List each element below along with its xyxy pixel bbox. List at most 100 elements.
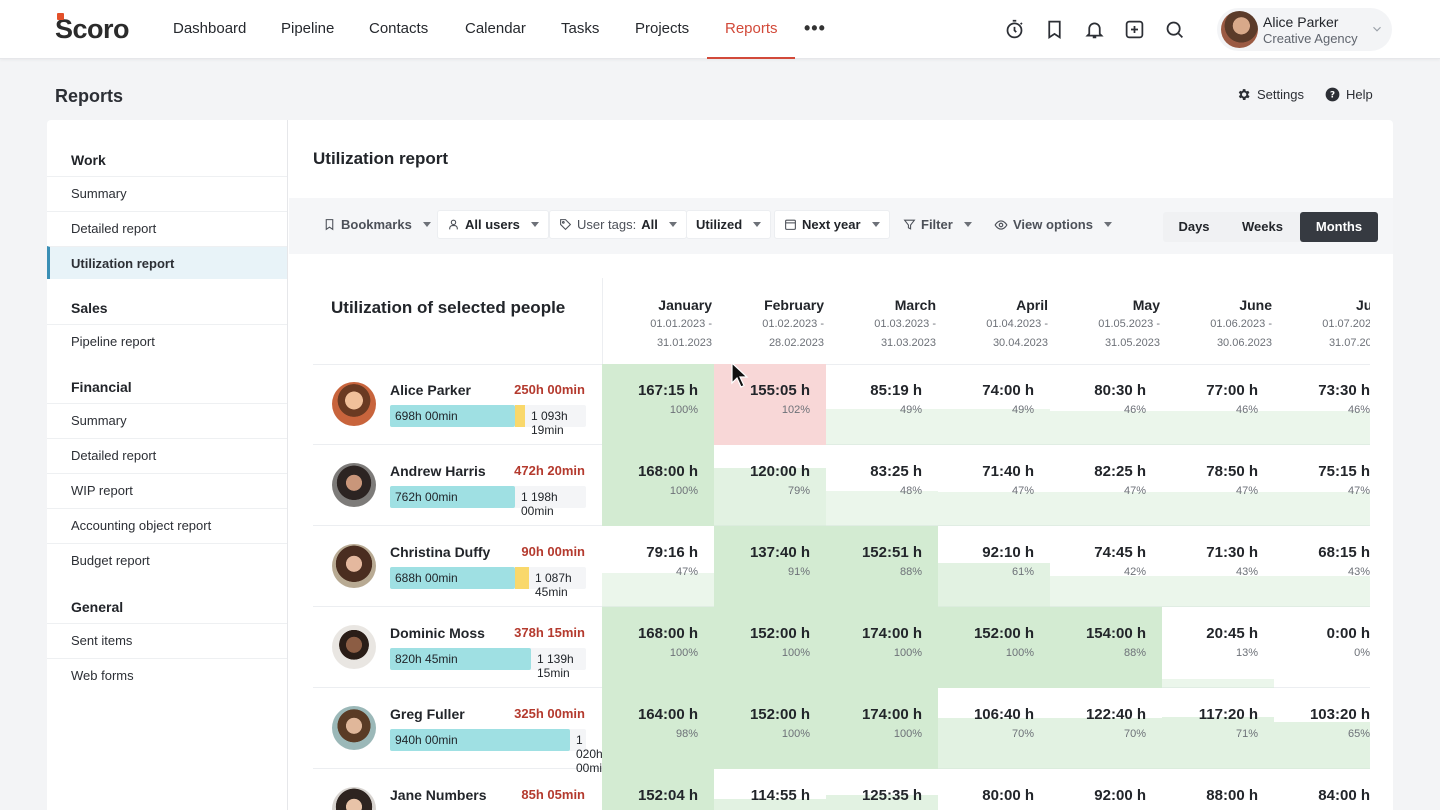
utilization-cell[interactable]: 85:19 h 49%	[826, 364, 938, 445]
utilization-cell[interactable]: 106:40 h 70%	[938, 688, 1050, 769]
table-row[interactable]: Jane Numbers 85h 05min 152:04 h 114:55 h 125…	[313, 769, 1370, 810]
sidebar-item-work-summary[interactable]: Summary	[47, 176, 287, 209]
period-dropdown[interactable]: Next year	[774, 210, 890, 239]
sidebar-item-web-forms[interactable]: Web forms	[47, 658, 287, 691]
utilization-cell[interactable]: 174:00 h 100%	[826, 607, 938, 688]
person-name[interactable]: Greg Fuller	[390, 706, 465, 722]
percent-value: 46%	[1123, 404, 1146, 416]
utilization-cell[interactable]: 120:00 h 79%	[714, 445, 826, 526]
help-link[interactable]: ? Help	[1325, 87, 1373, 102]
utilized-label: Utilized	[696, 217, 743, 232]
view-weeks-button[interactable]: Weeks	[1225, 212, 1300, 242]
scoro-logo[interactable]: Scoro	[55, 13, 130, 45]
utilization-cell[interactable]: 174:00 h 100%	[826, 688, 938, 769]
percent-value: 71%	[1235, 728, 1258, 740]
nav-tasks[interactable]: Tasks	[561, 20, 599, 37]
utilization-cell[interactable]: 125:35 h	[826, 769, 938, 810]
utilization-cell[interactable]: 152:00 h 100%	[714, 607, 826, 688]
timer-icon[interactable]	[1004, 19, 1025, 40]
person-name[interactable]: Jane Numbers	[390, 787, 486, 803]
utilization-cell[interactable]: 0:00 h 0%	[1274, 607, 1370, 688]
view-options-dropdown[interactable]: View options	[984, 210, 1122, 239]
utilization-cell[interactable]: 152:00 h 100%	[714, 688, 826, 769]
bookmarks-dropdown[interactable]: Bookmarks	[313, 210, 441, 239]
utilization-cell[interactable]: 137:40 h 91%	[714, 526, 826, 607]
person-name[interactable]: Christina Duffy	[390, 544, 490, 560]
sidebar-item-pipeline-report[interactable]: Pipeline report	[47, 324, 287, 357]
utilization-cell[interactable]: 167:15 h 100%	[602, 364, 714, 445]
users-dropdown[interactable]: All users	[437, 210, 549, 239]
user-tags-dropdown[interactable]: User tags: All	[549, 210, 687, 239]
nav-projects[interactable]: Projects	[635, 20, 689, 37]
sidebar-item-accounting-object-report[interactable]: Accounting object report	[47, 508, 287, 541]
utilization-cell[interactable]: 80:30 h 46%	[1050, 364, 1162, 445]
utilization-cell[interactable]: 74:00 h 49%	[938, 364, 1050, 445]
more-menu-icon[interactable]: •••	[804, 18, 826, 39]
person-name[interactable]: Alice Parker	[390, 382, 471, 398]
nav-contacts[interactable]: Contacts	[369, 20, 428, 37]
utilization-cell[interactable]: 122:40 h 70%	[1050, 688, 1162, 769]
filter-dropdown[interactable]: Filter	[893, 210, 982, 239]
bookmark-icon[interactable]	[1044, 19, 1065, 40]
utilization-cell[interactable]: 117:20 h 71%	[1162, 688, 1274, 769]
utilization-cell[interactable]: 73:30 h 46%	[1274, 364, 1370, 445]
nav-calendar[interactable]: Calendar	[465, 20, 526, 37]
utilization-cell[interactable]: 168:00 h 100%	[602, 607, 714, 688]
utilization-cell[interactable]: 71:40 h 47%	[938, 445, 1050, 526]
users-label: All users	[465, 217, 520, 232]
view-days-button[interactable]: Days	[1163, 212, 1225, 242]
table-row[interactable]: Greg Fuller 325h 00min 940h 00min 1 020h 00…	[313, 688, 1370, 775]
utilization-cell[interactable]: 152:04 h	[602, 769, 714, 810]
sidebar-item-sent-items[interactable]: Sent items	[47, 623, 287, 656]
utilization-cell[interactable]: 71:30 h 43%	[1162, 526, 1274, 607]
hours-value: 120:00 h	[749, 463, 810, 480]
utilization-shade	[1050, 718, 1162, 769]
person-name[interactable]: Dominic Moss	[390, 625, 485, 641]
utilization-cell[interactable]: 83:25 h 48%	[826, 445, 938, 526]
add-icon[interactable]	[1124, 19, 1145, 40]
utilization-cell[interactable]: 164:00 h 98%	[602, 688, 714, 769]
table-row[interactable]: Dominic Moss 378h 15min 820h 45min 1 139h 1…	[313, 607, 1370, 688]
sidebar-item-budget-report[interactable]: Budget report	[47, 543, 287, 576]
utilization-cell[interactable]: 114:55 h	[714, 769, 826, 810]
utilization-cell[interactable]: 77:00 h 46%	[1162, 364, 1274, 445]
percent-value: 70%	[1011, 728, 1034, 740]
month-start-date: 01.04.2023 -	[986, 318, 1048, 330]
utilization-cell[interactable]: 152:51 h 88%	[826, 526, 938, 607]
nav-pipeline[interactable]: Pipeline	[281, 20, 334, 37]
sidebar-item-financial-detailed-report[interactable]: Detailed report	[47, 438, 287, 471]
utilization-cell[interactable]: 78:50 h 47%	[1162, 445, 1274, 526]
bell-icon[interactable]	[1084, 19, 1105, 40]
utilization-cell[interactable]: 75:15 h 47%	[1274, 445, 1370, 526]
utilization-cell[interactable]: 168:00 h 100%	[602, 445, 714, 526]
search-icon[interactable]	[1164, 19, 1185, 40]
user-profile-menu[interactable]: Alice Parker Creative Agency	[1217, 8, 1392, 51]
sidebar-item-work-detailed-report[interactable]: Detailed report	[47, 211, 287, 244]
utilization-cell[interactable]: 92:00 h	[1050, 769, 1162, 810]
utilization-cell[interactable]: 68:15 h 43%	[1274, 526, 1370, 607]
utilized-dropdown[interactable]: Utilized	[686, 210, 772, 239]
sidebar-item-financial-summary[interactable]: Summary	[47, 403, 287, 436]
utilization-cell[interactable]: 154:00 h 88%	[1050, 607, 1162, 688]
utilization-cell[interactable]: 82:25 h 47%	[1050, 445, 1162, 526]
nav-reports[interactable]: Reports	[725, 20, 778, 37]
utilization-cell[interactable]: 103:20 h 65%	[1274, 688, 1370, 769]
nav-dashboard[interactable]: Dashboard	[173, 20, 246, 37]
table-row[interactable]: Christina Duffy 90h 00min 688h 00min 1 087h…	[313, 526, 1370, 607]
utilization-cell[interactable]: 20:45 h 13%	[1162, 607, 1274, 688]
utilization-cell[interactable]: 152:00 h 100%	[938, 607, 1050, 688]
utilization-cell[interactable]: 88:00 h	[1162, 769, 1274, 810]
utilization-cell[interactable]: 79:16 h 47%	[602, 526, 714, 607]
sidebar-item-utilization-report[interactable]: Utilization report	[47, 246, 287, 279]
settings-link[interactable]: Settings	[1236, 87, 1304, 102]
table-row[interactable]: Andrew Harris 472h 20min 762h 00min 1 198h …	[313, 445, 1370, 526]
sidebar-item-wip-report[interactable]: WIP report	[47, 473, 287, 506]
utilization-cell[interactable]: 80:00 h	[938, 769, 1050, 810]
person-name[interactable]: Andrew Harris	[390, 463, 486, 479]
utilization-shade	[1162, 492, 1274, 526]
utilization-cell[interactable]: 92:10 h 61%	[938, 526, 1050, 607]
utilization-cell[interactable]: 74:45 h 42%	[1050, 526, 1162, 607]
view-months-button[interactable]: Months	[1300, 212, 1378, 242]
utilization-cell[interactable]: 84:00 h	[1274, 769, 1370, 810]
table-row[interactable]: Alice Parker 250h 00min 698h 00min 1 093h 1…	[313, 364, 1370, 445]
